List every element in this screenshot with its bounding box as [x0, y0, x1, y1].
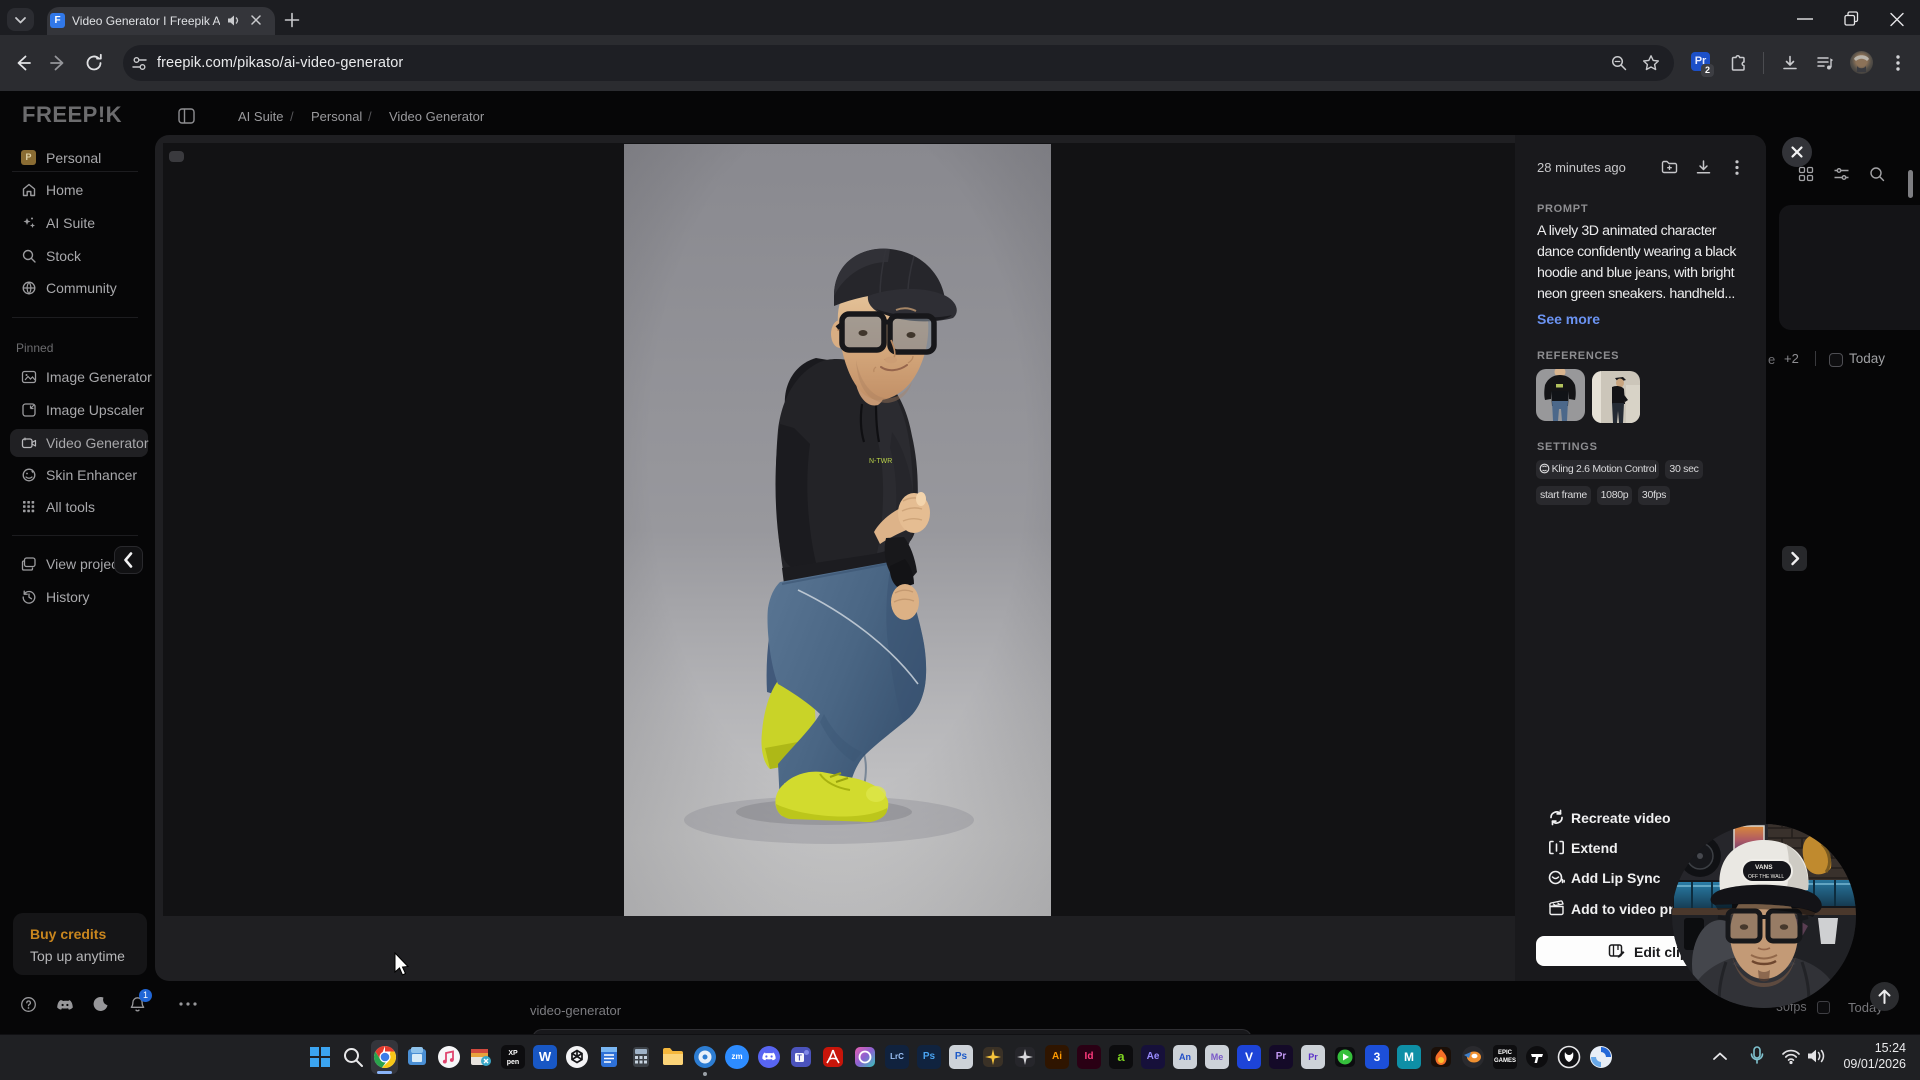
svg-text:OFF THE WALL: OFF THE WALL	[1748, 874, 1784, 880]
svg-text:T: T	[797, 1054, 802, 1063]
svg-text:VANS: VANS	[1755, 864, 1773, 871]
svg-text:N-TWR: N-TWR	[869, 458, 892, 465]
